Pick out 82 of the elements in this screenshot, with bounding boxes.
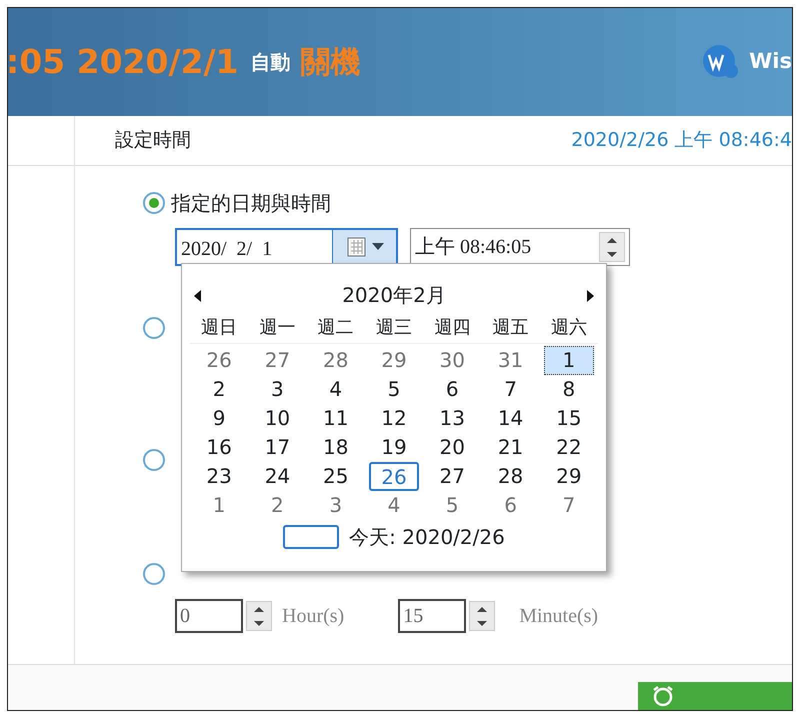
radio-button[interactable] bbox=[143, 316, 165, 339]
radio-button[interactable] bbox=[143, 192, 165, 214]
calendar-day[interactable]: 10 bbox=[252, 404, 303, 433]
calendar-day[interactable]: 6 bbox=[485, 491, 536, 520]
calendar-day[interactable]: 2 bbox=[194, 375, 244, 404]
weekday-label: 週日 bbox=[190, 312, 248, 344]
logo-icon bbox=[701, 43, 740, 81]
mode-label: 自動 bbox=[250, 49, 290, 76]
weekday-label: 週二 bbox=[306, 312, 365, 344]
calendar-dropdown-button[interactable] bbox=[332, 230, 396, 264]
option-label: 指定的日期與時間 bbox=[171, 191, 331, 215]
action-label: 關機 bbox=[300, 44, 360, 82]
calendar-day[interactable]: 19 bbox=[368, 433, 420, 462]
calendar-day[interactable]: 28 bbox=[485, 462, 536, 491]
clock-text: :05 2020/2/1 bbox=[8, 41, 238, 84]
alarm-clock-icon bbox=[652, 685, 674, 707]
calendar-day[interactable]: 5 bbox=[427, 491, 478, 520]
calendar-day[interactable]: 5 bbox=[368, 375, 420, 404]
calendar-day[interactable]: 15 bbox=[544, 404, 594, 433]
calendar-day[interactable]: 29 bbox=[544, 462, 594, 491]
calendar-day[interactable]: 4 bbox=[310, 375, 361, 404]
calendar-day[interactable]: 24 bbox=[252, 462, 303, 491]
calendar-day[interactable]: 9 bbox=[194, 404, 244, 433]
down-arrow-icon bbox=[253, 620, 265, 626]
calendar-day[interactable]: 6 bbox=[427, 375, 478, 404]
calendar-day[interactable]: 25 bbox=[310, 462, 361, 491]
calendar-day[interactable]: 3 bbox=[310, 491, 361, 520]
calendar-day[interactable]: 17 bbox=[252, 433, 303, 462]
calendar-day[interactable]: 28 bbox=[310, 346, 361, 375]
calendar-day[interactable]: 23 bbox=[194, 462, 244, 491]
calendar-day[interactable]: 29 bbox=[368, 346, 420, 375]
calendar-day[interactable]: 27 bbox=[427, 462, 478, 491]
caret-icon bbox=[372, 243, 384, 251]
radio-button[interactable] bbox=[143, 562, 165, 585]
spin-button[interactable] bbox=[469, 601, 496, 631]
up-arrow-icon bbox=[253, 606, 265, 612]
up-arrow-icon bbox=[606, 236, 618, 244]
calendar-day[interactable]: 7 bbox=[485, 375, 536, 404]
calendar-day[interactable]: 20 bbox=[427, 433, 478, 462]
calendar-day[interactable]: 11 bbox=[310, 404, 361, 433]
calendar-day[interactable]: 16 bbox=[194, 433, 244, 462]
hours-unit: Hour(s) bbox=[282, 604, 344, 629]
today-marker bbox=[283, 525, 340, 549]
up-arrow-icon bbox=[476, 606, 488, 612]
calendar-day[interactable]: 22 bbox=[544, 433, 594, 462]
calendar-day[interactable]: 8 bbox=[544, 375, 594, 404]
weekday-label: 週一 bbox=[248, 312, 307, 344]
calendar-day[interactable]: 12 bbox=[368, 404, 420, 433]
down-arrow-icon bbox=[476, 620, 488, 626]
current-time: 2020/2/26 上午 08:46:4 bbox=[571, 128, 792, 154]
calendar-icon bbox=[346, 236, 368, 258]
spin-button[interactable] bbox=[599, 232, 625, 262]
calendar-day[interactable]: 1 bbox=[194, 491, 244, 520]
calendar-day[interactable]: 31 bbox=[485, 346, 536, 375]
calendar-day[interactable]: 2 bbox=[252, 491, 303, 520]
minutes-unit: Minute(s) bbox=[519, 604, 598, 629]
calendar-day[interactable]: 14 bbox=[485, 404, 536, 433]
weekday-label: 週六 bbox=[540, 312, 598, 344]
weekday-label: 週五 bbox=[481, 312, 540, 344]
calendar-day[interactable]: 18 bbox=[310, 433, 361, 462]
brand-name: Wis bbox=[749, 48, 792, 76]
calendar-day[interactable]: 3 bbox=[252, 375, 303, 404]
calendar-day[interactable]: 30 bbox=[427, 346, 478, 375]
hours-field[interactable]: 0 bbox=[175, 599, 243, 633]
calendar-day[interactable]: 26 bbox=[368, 462, 420, 491]
today-link[interactable]: 今天: 2020/2/26 bbox=[349, 522, 505, 552]
weekday-label: 週四 bbox=[423, 312, 482, 344]
weekday-label: 週三 bbox=[364, 312, 424, 344]
calendar-day[interactable]: 21 bbox=[485, 433, 536, 462]
section-title: 設定時間 bbox=[115, 128, 191, 154]
minutes-field[interactable]: 15 bbox=[398, 599, 466, 633]
radio-button[interactable] bbox=[143, 448, 165, 471]
spin-button[interactable] bbox=[246, 601, 272, 631]
calendar-day[interactable]: 26 bbox=[194, 346, 244, 375]
calendar-day[interactable]: 27 bbox=[252, 346, 303, 375]
month-title: 2020年2月 bbox=[342, 282, 446, 309]
down-arrow-icon bbox=[606, 250, 618, 258]
calendar-day[interactable]: 7 bbox=[544, 491, 594, 520]
calendar-day[interactable]: 13 bbox=[427, 404, 478, 433]
start-button[interactable] bbox=[638, 682, 792, 710]
calendar-day[interactable]: 4 bbox=[368, 491, 420, 520]
calendar-day[interactable]: 1 bbox=[544, 346, 594, 375]
